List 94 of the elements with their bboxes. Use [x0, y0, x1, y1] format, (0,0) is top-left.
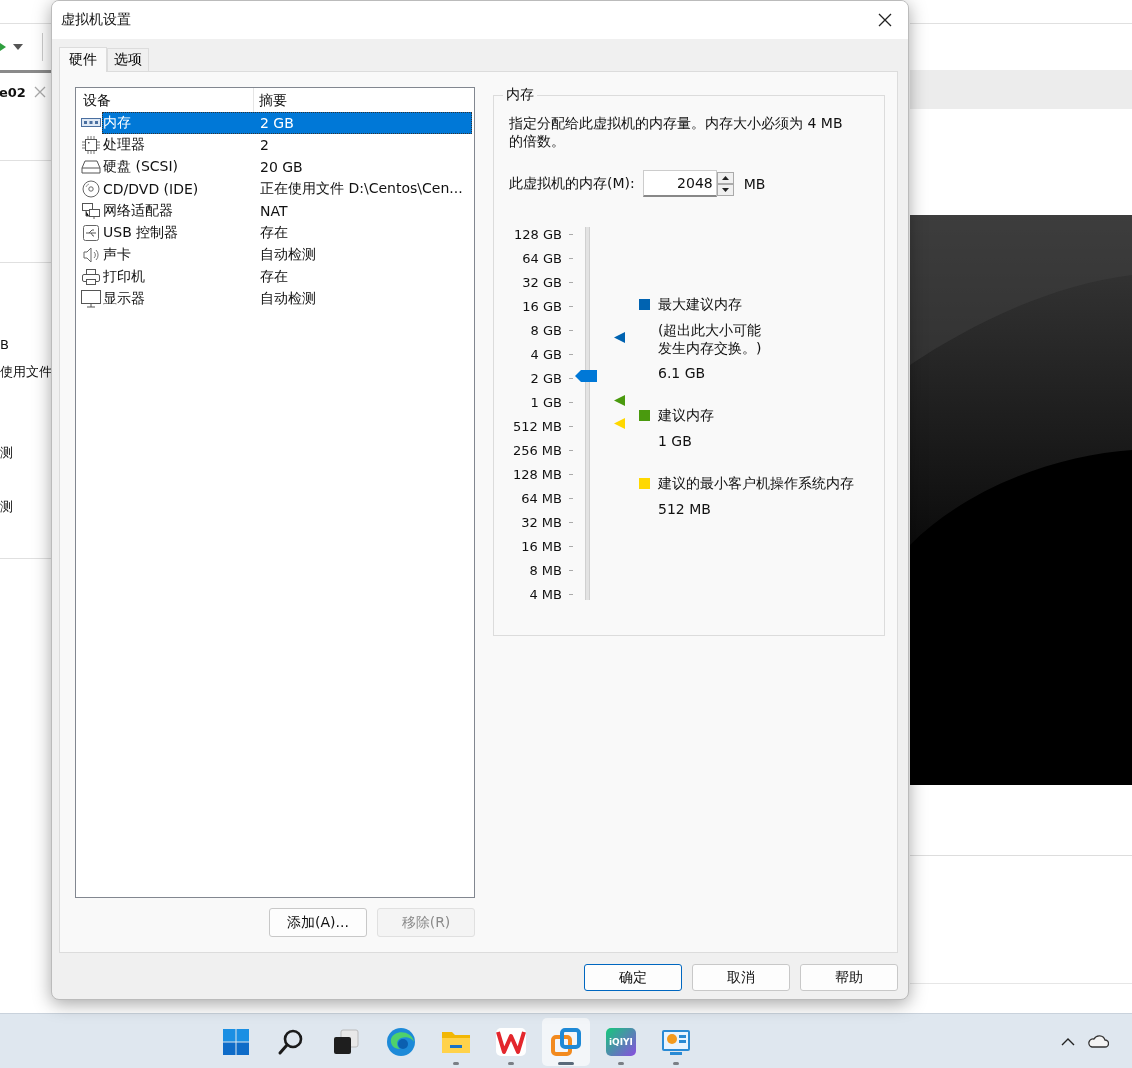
- memory-chip-icon: [81, 117, 101, 129]
- tick-label: 64 GB: [521, 250, 562, 266]
- device-row[interactable]: CD/DVD (IDE) 正在使用文件 D:\Centos\Cen...: [102, 178, 472, 200]
- office-icon: [496, 1027, 526, 1056]
- search-icon: [277, 1027, 305, 1056]
- legend-note: (超出此大小可能: [658, 321, 762, 339]
- summary-text: B: [0, 336, 9, 354]
- device-row[interactable]: 打印机 存在: [102, 266, 472, 288]
- device-summary: 存在: [260, 224, 288, 242]
- device-summary: 存在: [260, 268, 288, 286]
- cloud-icon[interactable]: [1087, 1034, 1109, 1048]
- legend-value: 6.1 GB: [658, 364, 707, 382]
- summary-text: 测: [0, 498, 13, 516]
- play-icon[interactable]: [0, 42, 6, 52]
- device-summary: 20 GB: [260, 159, 303, 175]
- device-summary: 正在使用文件 D:\Centos\Cen...: [260, 180, 463, 198]
- summary-text: 使用文件: [0, 363, 52, 381]
- cpu-icon: [82, 136, 100, 154]
- printer-icon: [81, 268, 101, 286]
- tick-label: 8 GB: [529, 322, 562, 338]
- dialog-button[interactable]: 取消: [692, 964, 790, 991]
- summary-text: 测: [0, 444, 13, 462]
- tick-label: 4 GB: [529, 346, 562, 362]
- legend-title: 建议内存: [658, 406, 714, 425]
- dialog-button[interactable]: 帮助: [800, 964, 898, 991]
- tick-label: 32 GB: [521, 274, 562, 290]
- device-name: 内存: [102, 114, 132, 132]
- close-icon[interactable]: [878, 13, 892, 27]
- column-header[interactable]: 摘要: [254, 88, 459, 112]
- chart-screen-icon: [661, 1027, 691, 1056]
- unit-label: MB: [743, 175, 766, 192]
- spin-up-icon[interactable]: [716, 171, 734, 184]
- tab[interactable]: 选项: [107, 48, 149, 71]
- device-row[interactable]: 网络适配器 NAT: [102, 200, 472, 222]
- group-title: 内存: [505, 86, 535, 104]
- caret-icon[interactable]: [13, 44, 23, 50]
- legend-title: 最大建议内存: [658, 295, 742, 314]
- tick-label: 64 MB: [520, 490, 562, 506]
- tick-label: 128 MB: [511, 466, 562, 482]
- device-row[interactable]: 声卡 自动检测: [102, 244, 472, 266]
- device-summary: 2 GB: [260, 115, 294, 131]
- device-row[interactable]: 内存 2 GB: [102, 112, 472, 134]
- spin-down-icon[interactable]: [716, 183, 734, 196]
- description-text: 指定分配给此虚拟机的内存量。内存大小必须为 4 MB 的倍数。: [509, 114, 844, 150]
- usb-icon: [82, 224, 100, 242]
- tick-label: 4 MB: [528, 586, 562, 602]
- tick-label: 2 GB: [529, 370, 562, 386]
- device-name: 打印机: [102, 268, 146, 286]
- device-summary: 自动检测: [260, 290, 316, 308]
- browser-icon: [386, 1026, 416, 1057]
- tick-label: 256 MB: [511, 442, 562, 458]
- device-summary: 2: [260, 137, 269, 153]
- tick-label: 512 MB: [511, 418, 562, 434]
- tick-label: 8 MB: [528, 562, 562, 578]
- device-row[interactable]: 显示器 自动检测: [102, 288, 472, 310]
- legend-value: 1 GB: [658, 432, 693, 450]
- device-name: 声卡: [102, 246, 132, 264]
- overlapping-squares-icon: [551, 1026, 581, 1057]
- tab-label[interactable]: e02: [0, 84, 26, 100]
- dialog-button[interactable]: 确定: [584, 964, 682, 991]
- window-title: 虚拟机设置: [61, 11, 131, 29]
- device-name: 处理器: [102, 136, 146, 154]
- legend-value: 512 MB: [658, 500, 712, 518]
- speaker-icon: [82, 247, 100, 263]
- windows-stack-icon: [332, 1027, 360, 1056]
- legend-title: 建议的最小客户机操作系统内存: [658, 474, 854, 493]
- slider-thumb[interactable]: [575, 370, 597, 382]
- device-row[interactable]: 硬盘 (SCSI) 20 GB: [102, 156, 472, 178]
- field-label: 此虚拟机的内存(M):: [509, 174, 635, 193]
- device-row[interactable]: 处理器 2: [102, 134, 472, 156]
- device-summary: NAT: [260, 203, 288, 219]
- monitor-icon: [81, 290, 101, 308]
- windows-icon: [222, 1027, 250, 1056]
- device-name: 显示器: [102, 290, 146, 308]
- memory-field[interactable]: 2048: [642, 170, 717, 197]
- list-button[interactable]: 添加(A)...: [269, 908, 367, 937]
- device-name: 硬盘 (SCSI): [102, 158, 180, 176]
- tick-label: 1 GB: [529, 394, 562, 410]
- network-icon: [81, 202, 101, 220]
- device-name: CD/DVD (IDE): [102, 181, 200, 197]
- tick-label: 16 MB: [520, 538, 562, 554]
- disc-icon: [82, 180, 100, 198]
- chevron-up-icon[interactable]: [1061, 1036, 1075, 1046]
- device-name: USB 控制器: [102, 224, 180, 242]
- device-row[interactable]: USB 控制器 存在: [102, 222, 472, 244]
- tick-label: 16 GB: [521, 298, 562, 314]
- tick-label: 128 GB: [513, 226, 562, 242]
- legend-note: 发生内存交换。): [658, 339, 762, 357]
- taskbar-app[interactable]: iQIYI: [597, 1017, 645, 1066]
- tick-label: 32 MB: [520, 514, 562, 530]
- device-summary: 自动检测: [260, 246, 316, 264]
- tab[interactable]: 硬件: [59, 47, 107, 72]
- device-name: 网络适配器: [102, 202, 174, 220]
- video-app-icon: iQIYI: [606, 1027, 636, 1056]
